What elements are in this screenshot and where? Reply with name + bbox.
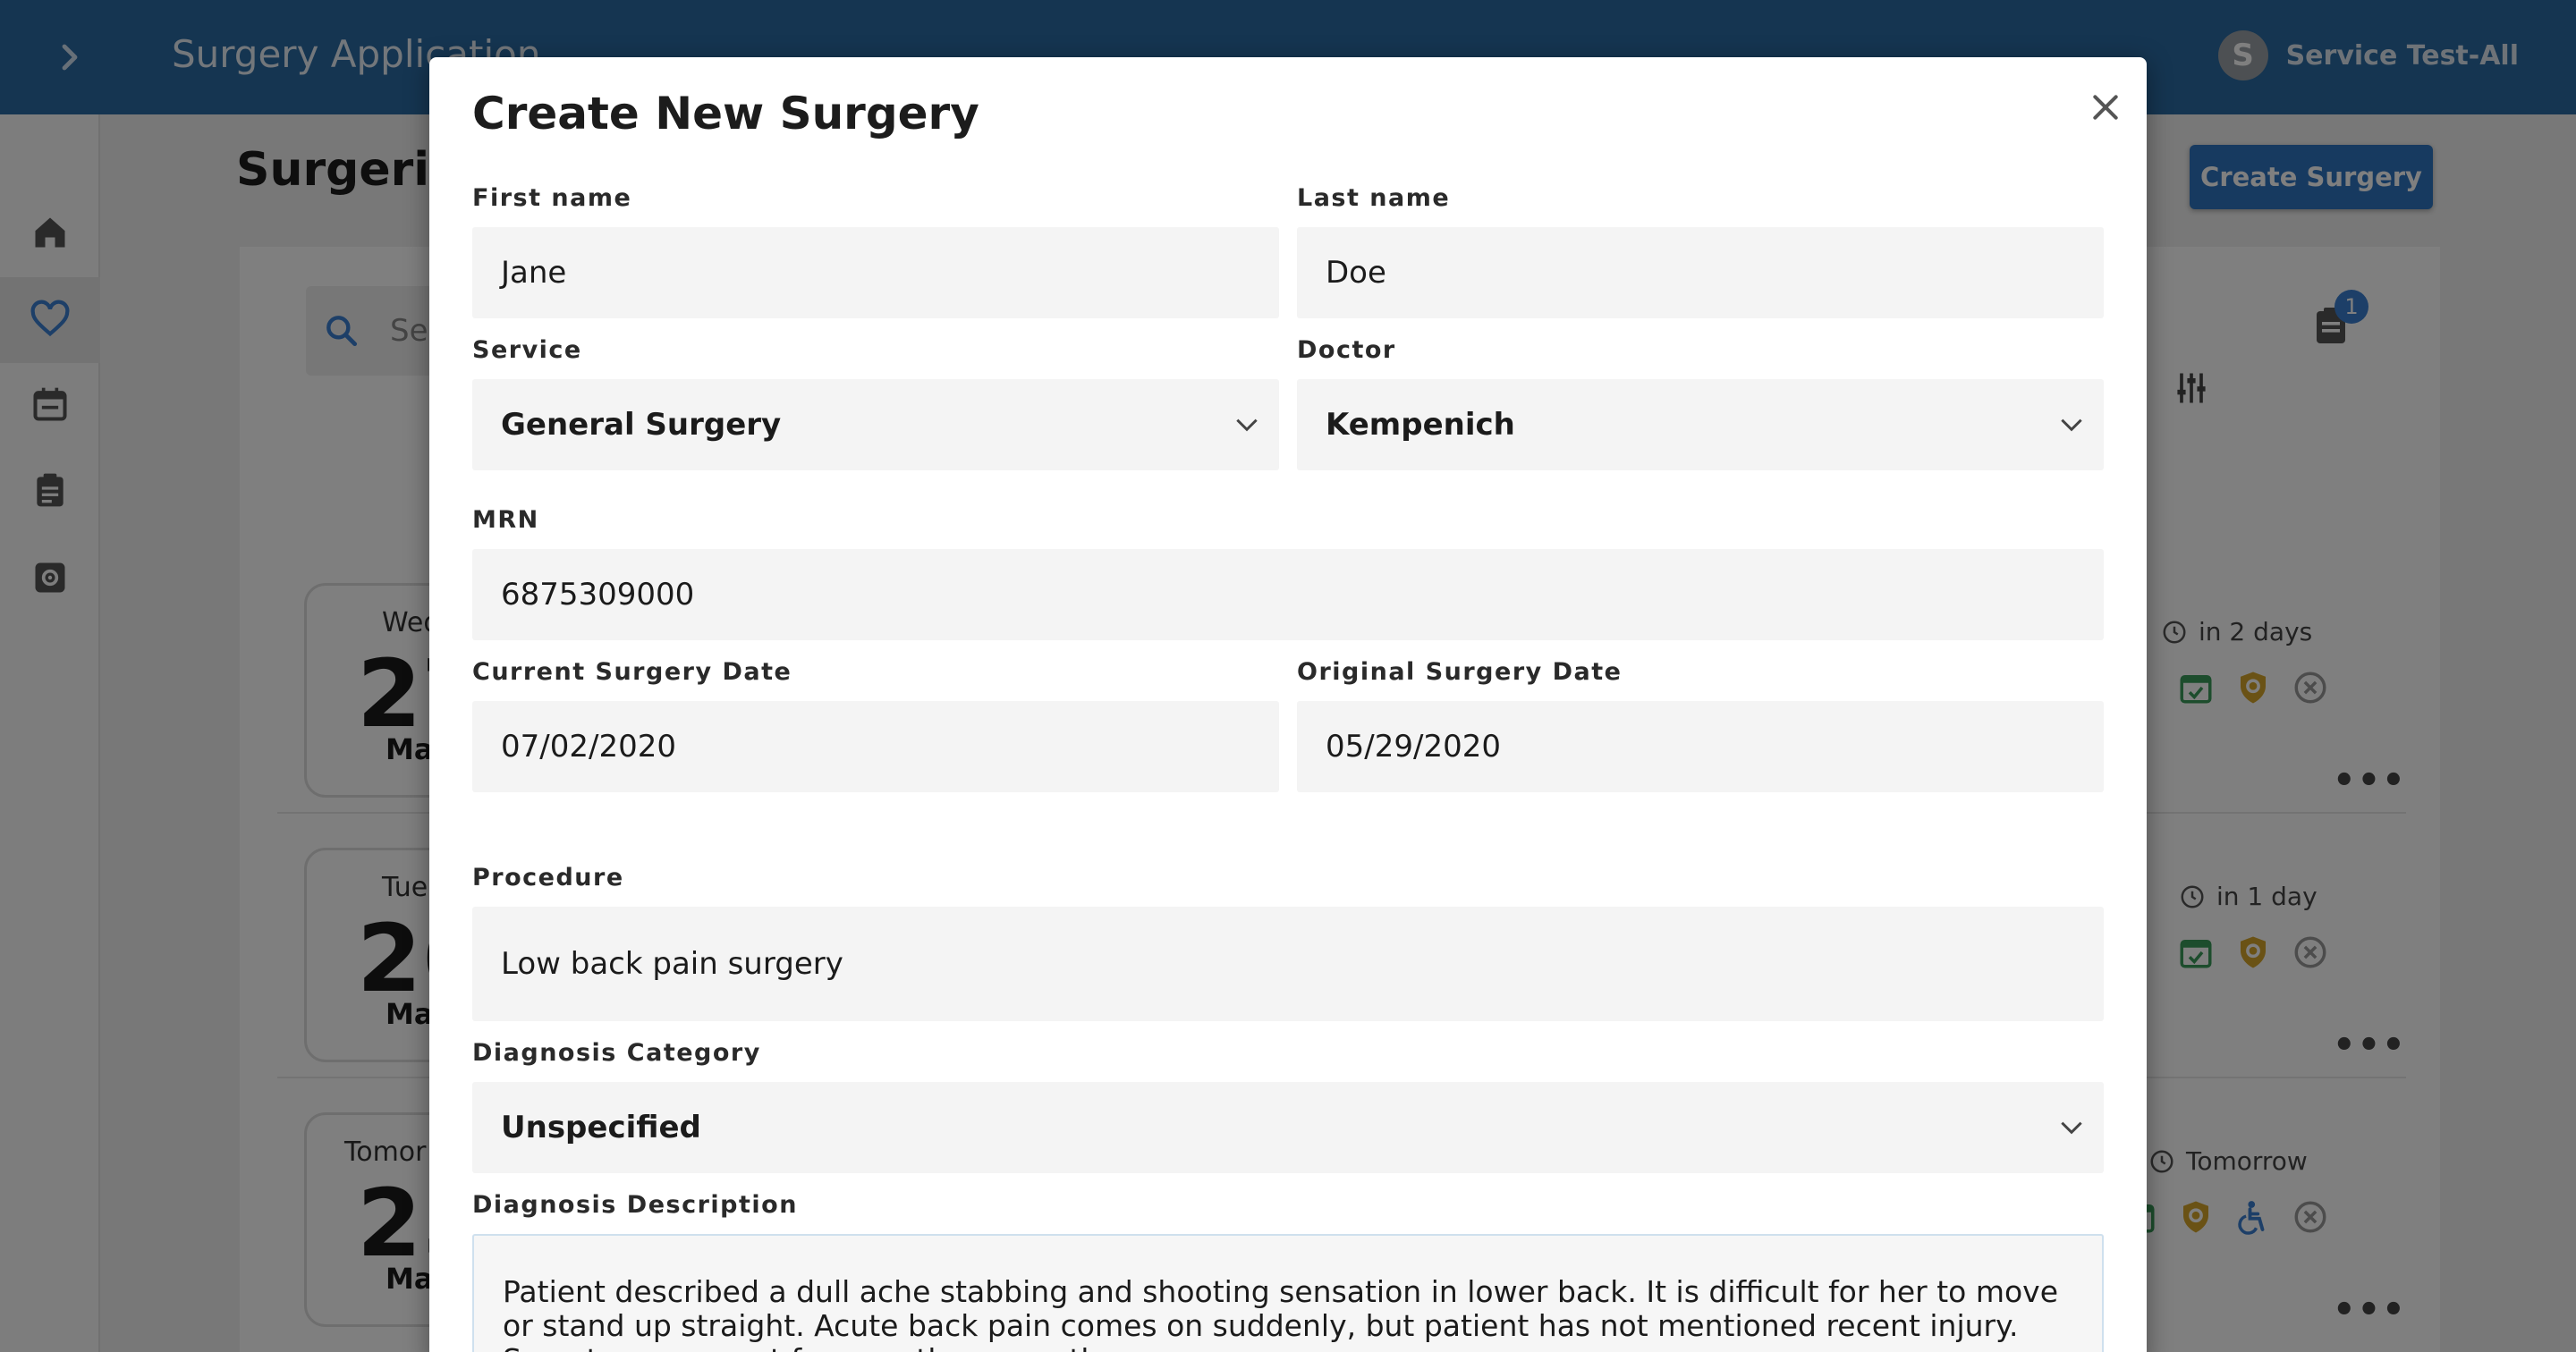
procedure-label: Procedure (472, 864, 624, 891)
chevron-down-icon (1236, 418, 1258, 432)
chevron-down-icon (2061, 1121, 2082, 1135)
original-surgery-date-field[interactable]: 05/29/2020 (1297, 701, 2104, 792)
mrn-value: 6875309000 (501, 577, 695, 613)
dialog-title: Create New Surgery (472, 88, 979, 139)
create-surgery-dialog: Create New Surgery First name Jane Last … (429, 57, 2147, 1352)
last-name-label: Last name (1297, 184, 1451, 212)
mrn-field[interactable]: 6875309000 (472, 549, 2104, 640)
current-surgery-date-value: 07/02/2020 (501, 729, 676, 765)
service-label: Service (472, 336, 582, 364)
procedure-field[interactable]: Low back pain surgery (472, 907, 2104, 1021)
current-surgery-date-label: Current Surgery Date (472, 658, 792, 686)
procedure-value: Low back pain surgery (501, 946, 843, 982)
first-name-label: First name (472, 184, 632, 212)
chevron-down-icon (2061, 418, 2082, 432)
diagnosis-description-value: Patient described a dull ache stabbing a… (503, 1274, 2058, 1352)
last-name-field[interactable]: Doe (1297, 227, 2104, 318)
service-select[interactable]: General Surgery (472, 379, 1279, 470)
service-value: General Surgery (501, 407, 782, 443)
diagnosis-category-value: Unspecified (501, 1110, 701, 1145)
current-surgery-date-field[interactable]: 07/02/2020 (472, 701, 1279, 792)
original-surgery-date-value: 05/29/2020 (1326, 729, 1501, 765)
diagnosis-description-textarea[interactable]: Patient described a dull ache stabbing a… (472, 1234, 2104, 1352)
close-button[interactable] (2080, 82, 2131, 132)
last-name-value: Doe (1326, 255, 1386, 291)
doctor-label: Doctor (1297, 336, 1396, 364)
original-surgery-date-label: Original Surgery Date (1297, 658, 1623, 686)
mrn-label: MRN (472, 506, 539, 534)
doctor-select[interactable]: Kempenich (1297, 379, 2104, 470)
diagnosis-category-select[interactable]: Unspecified (472, 1082, 2104, 1173)
first-name-value: Jane (501, 255, 567, 291)
diagnosis-category-label: Diagnosis Category (472, 1039, 761, 1067)
close-icon (2093, 95, 2118, 120)
doctor-value: Kempenich (1326, 407, 1515, 443)
first-name-field[interactable]: Jane (472, 227, 1279, 318)
diagnosis-description-label: Diagnosis Description (472, 1191, 798, 1219)
